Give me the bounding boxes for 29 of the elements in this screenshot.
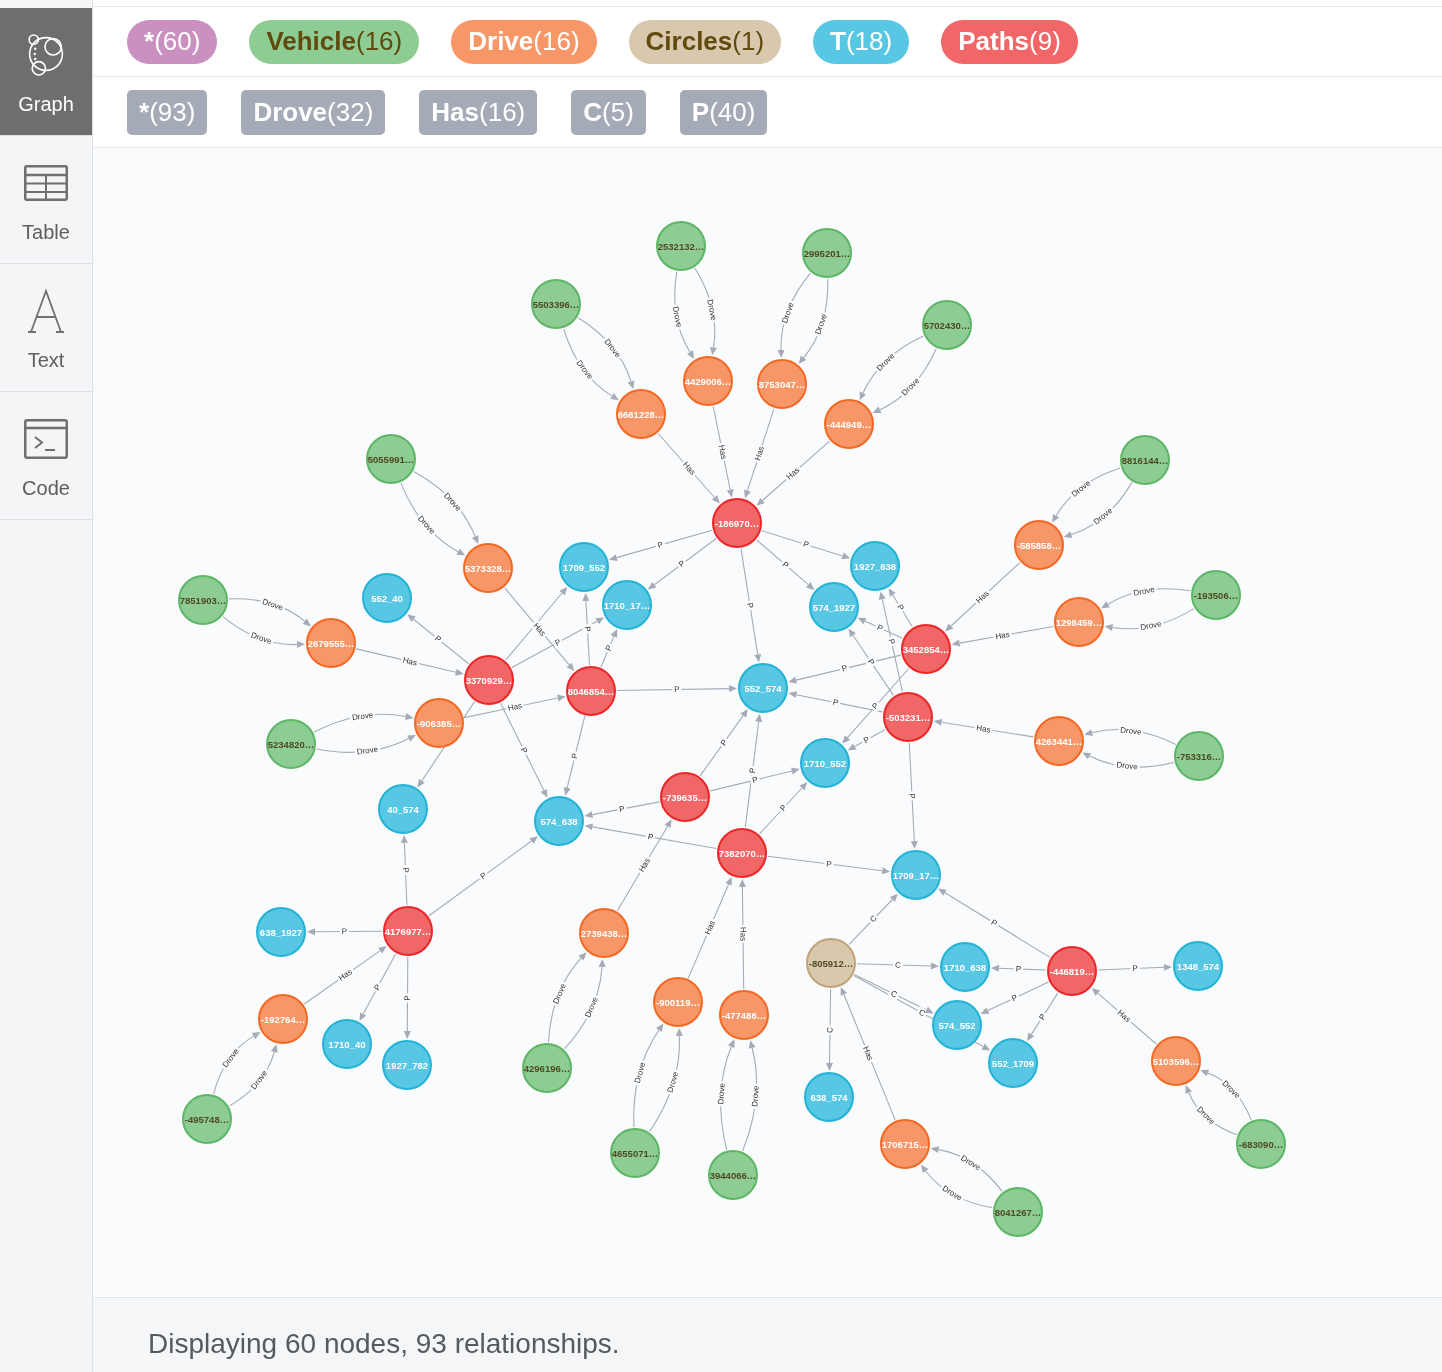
graph-node[interactable]: 2532132…: [656, 221, 706, 271]
graph-node[interactable]: 5702430…: [922, 300, 972, 350]
graph-node[interactable]: 2995201…: [802, 228, 852, 278]
graph-node[interactable]: -495748…: [182, 1094, 232, 1144]
sidebar-tab[interactable]: Text: [0, 264, 92, 392]
table-icon: [24, 165, 68, 201]
graph-node[interactable]: 5503396…: [531, 279, 581, 329]
terminal-icon: [24, 419, 68, 459]
relationship-arrow[interactable]: [505, 586, 568, 661]
graph-node[interactable]: -753316…: [1174, 731, 1224, 781]
graph-node[interactable]: -683090…: [1236, 1119, 1286, 1169]
sidebar-tab[interactable]: Graph: [0, 8, 92, 136]
graph-node[interactable]: 4296196…: [522, 1043, 572, 1093]
graph-icon: [28, 34, 64, 76]
sidebar-tab[interactable]: Table: [0, 136, 92, 264]
graph-node[interactable]: -193506…: [1191, 570, 1241, 620]
graph-node[interactable]: 5234820…: [266, 719, 316, 769]
node-label-chip[interactable]: Circles(1): [628, 19, 782, 64]
graph-node[interactable]: 8816144…: [1120, 435, 1170, 485]
node-label-chip[interactable]: Vehicle(16): [249, 19, 420, 64]
graph-node[interactable]: 3944066…: [708, 1150, 758, 1200]
status-message: Displaying 60 nodes, 93 relationships.: [148, 1327, 620, 1361]
graph-node[interactable]: -805912…: [806, 938, 856, 988]
graph-node[interactable]: 7851903…: [178, 575, 228, 625]
letter-icon: [27, 289, 65, 333]
graph-node[interactable]: 5055991…: [366, 434, 416, 484]
graph-node[interactable]: 8041267…: [993, 1187, 1043, 1237]
sidebar-tab[interactable]: Code: [0, 392, 92, 520]
graph-node[interactable]: 4655071…: [610, 1128, 660, 1178]
